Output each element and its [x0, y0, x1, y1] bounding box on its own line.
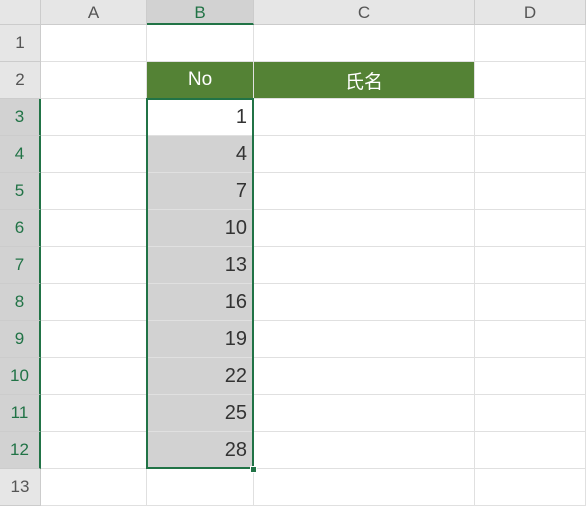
row-header-6[interactable]: 6	[0, 210, 41, 247]
select-all-corner[interactable]	[0, 0, 41, 25]
cell-b5[interactable]: 7	[147, 173, 254, 210]
cell-c4[interactable]	[254, 136, 475, 173]
row-header-5[interactable]: 5	[0, 173, 41, 210]
cell-d6[interactable]	[475, 210, 586, 247]
cell-b3[interactable]: 1	[147, 99, 254, 136]
row-header-7[interactable]: 7	[0, 247, 41, 284]
cell-b13[interactable]	[147, 469, 254, 506]
cell-a9[interactable]	[41, 321, 147, 358]
cell-c11[interactable]	[254, 395, 475, 432]
cell-c12[interactable]	[254, 432, 475, 469]
cell-a6[interactable]	[41, 210, 147, 247]
cell-a7[interactable]	[41, 247, 147, 284]
cell-a1[interactable]	[41, 25, 147, 62]
cell-a13[interactable]	[41, 469, 147, 506]
col-header-c[interactable]: C	[254, 0, 475, 25]
cell-a12[interactable]	[41, 432, 147, 469]
cell-c9[interactable]	[254, 321, 475, 358]
row-header-8[interactable]: 8	[0, 284, 41, 321]
col-header-b[interactable]: B	[147, 0, 254, 25]
col-header-a[interactable]: A	[41, 0, 147, 25]
cell-d13[interactable]	[475, 469, 586, 506]
cell-c1[interactable]	[254, 25, 475, 62]
cell-a8[interactable]	[41, 284, 147, 321]
cell-b10[interactable]: 22	[147, 358, 254, 395]
cell-d8[interactable]	[475, 284, 586, 321]
cell-b8[interactable]: 16	[147, 284, 254, 321]
cell-c8[interactable]	[254, 284, 475, 321]
row-header-13[interactable]: 13	[0, 469, 41, 506]
cell-c2[interactable]: 氏名	[254, 62, 475, 99]
cell-d9[interactable]	[475, 321, 586, 358]
col-header-d[interactable]: D	[475, 0, 586, 25]
cell-b2[interactable]: No	[147, 62, 254, 99]
cell-c6[interactable]	[254, 210, 475, 247]
row-header-1[interactable]: 1	[0, 25, 41, 62]
cell-d5[interactable]	[475, 173, 586, 210]
row-header-2[interactable]: 2	[0, 62, 41, 99]
cell-a5[interactable]	[41, 173, 147, 210]
cell-a10[interactable]	[41, 358, 147, 395]
cell-b4[interactable]: 4	[147, 136, 254, 173]
cell-d11[interactable]	[475, 395, 586, 432]
cell-c7[interactable]	[254, 247, 475, 284]
cell-a4[interactable]	[41, 136, 147, 173]
cell-b11[interactable]: 25	[147, 395, 254, 432]
cell-b12[interactable]: 28	[147, 432, 254, 469]
cell-d1[interactable]	[475, 25, 586, 62]
row-header-10[interactable]: 10	[0, 358, 41, 395]
cell-c13[interactable]	[254, 469, 475, 506]
cell-d2[interactable]	[475, 62, 586, 99]
spreadsheet-grid[interactable]: A B C D 1 2 No 氏名 3 1 4 4 5 7 6 10 7 13 …	[0, 0, 588, 506]
cell-c5[interactable]	[254, 173, 475, 210]
cell-a3[interactable]	[41, 99, 147, 136]
row-header-9[interactable]: 9	[0, 321, 41, 358]
cell-d3[interactable]	[475, 99, 586, 136]
row-header-3[interactable]: 3	[0, 99, 41, 136]
cell-d7[interactable]	[475, 247, 586, 284]
cell-d10[interactable]	[475, 358, 586, 395]
cell-b7[interactable]: 13	[147, 247, 254, 284]
cell-d4[interactable]	[475, 136, 586, 173]
cell-a11[interactable]	[41, 395, 147, 432]
row-header-11[interactable]: 11	[0, 395, 41, 432]
cell-b1[interactable]	[147, 25, 254, 62]
cell-b9[interactable]: 19	[147, 321, 254, 358]
row-header-12[interactable]: 12	[0, 432, 41, 469]
cell-c3[interactable]	[254, 99, 475, 136]
cell-c10[interactable]	[254, 358, 475, 395]
cell-d12[interactable]	[475, 432, 586, 469]
cell-b6[interactable]: 10	[147, 210, 254, 247]
row-header-4[interactable]: 4	[0, 136, 41, 173]
cell-a2[interactable]	[41, 62, 147, 99]
